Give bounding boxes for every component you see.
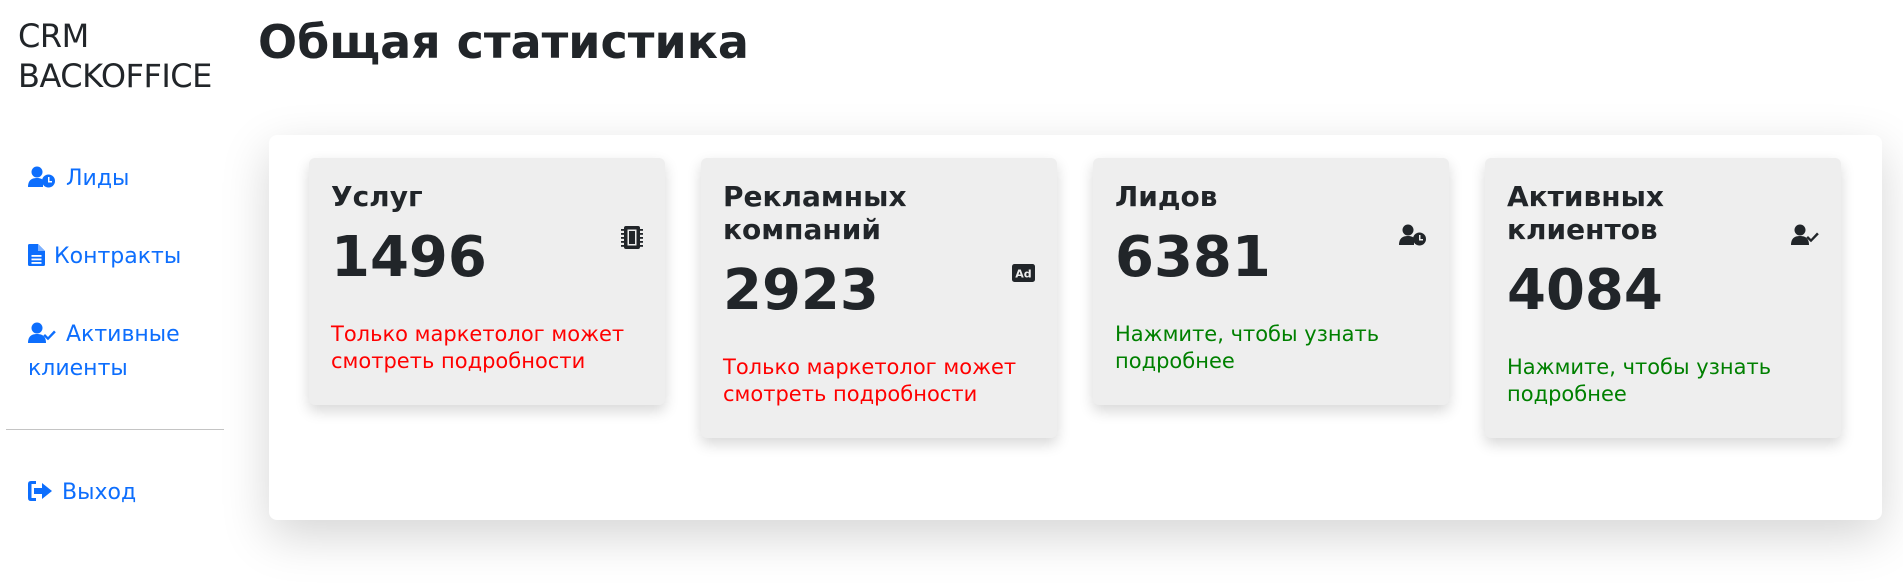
stat-card-leads[interactable]: Лидов 6381 Нажмите, чтобы узнать подробн… bbox=[1093, 158, 1449, 405]
sidebar-item-active-clients[interactable]: Активные клиенты bbox=[28, 318, 218, 386]
stat-card-active-clients[interactable]: Активных клиентов 4084 Нажмите, чтобы уз… bbox=[1485, 158, 1841, 438]
sidebar-item-leads[interactable]: Лиды bbox=[28, 162, 218, 196]
card-title: Рекламных компаний bbox=[723, 180, 907, 246]
card-note: Нажмите, чтобы узнать подробнее bbox=[1507, 355, 1772, 406]
card-title: Активных клиентов bbox=[1507, 180, 1664, 246]
sign-out-icon bbox=[28, 481, 52, 501]
sidebar-item-label: Лиды bbox=[66, 166, 130, 191]
card-value: 1496 bbox=[331, 225, 487, 290]
card-note: Нажмите, чтобы узнать подробнее bbox=[1115, 322, 1380, 373]
card-value: 4084 bbox=[1507, 258, 1663, 323]
user-check-icon bbox=[28, 322, 56, 344]
brand-logo[interactable]: CRM BACKOFFICE bbox=[18, 16, 212, 96]
logout-label: Выход bbox=[62, 480, 137, 505]
microchip-icon bbox=[621, 225, 643, 250]
card-title: Лидов bbox=[1115, 180, 1218, 213]
card-title: Услуг bbox=[331, 180, 423, 213]
stats-panel: Услуг 1496 Только маркетолог может смотр… bbox=[269, 135, 1882, 520]
sidebar-item-contracts[interactable]: Контракты bbox=[28, 240, 218, 274]
sidebar: CRM BACKOFFICE Лиды Контракты Активные к… bbox=[0, 0, 230, 585]
stat-card-services[interactable]: Услуг 1496 Только маркетолог может смотр… bbox=[309, 158, 665, 405]
ad-icon: Ad bbox=[1012, 264, 1035, 282]
stat-card-ad-campaigns[interactable]: Рекламных компаний Ad 2923 Только маркет… bbox=[701, 158, 1057, 438]
brand-line2: BACKOFFICE bbox=[18, 57, 212, 95]
card-note: Только маркетолог может смотреть подробн… bbox=[331, 322, 625, 373]
card-note: Только маркетолог может смотреть подробн… bbox=[723, 355, 1017, 406]
sidebar-item-label: Контракты bbox=[54, 244, 182, 269]
user-clock-icon bbox=[28, 166, 56, 188]
card-value: 6381 bbox=[1115, 225, 1271, 290]
brand-line1: CRM bbox=[18, 17, 89, 55]
user-check-icon bbox=[1791, 224, 1819, 246]
card-value: 2923 bbox=[723, 258, 879, 323]
logout-link[interactable]: Выход bbox=[28, 476, 218, 510]
user-clock-icon bbox=[1399, 224, 1427, 246]
svg-text:Ad: Ad bbox=[1015, 268, 1031, 281]
file-icon bbox=[28, 244, 45, 266]
sidebar-divider bbox=[6, 429, 224, 430]
page-title: Общая статистика bbox=[258, 15, 749, 69]
